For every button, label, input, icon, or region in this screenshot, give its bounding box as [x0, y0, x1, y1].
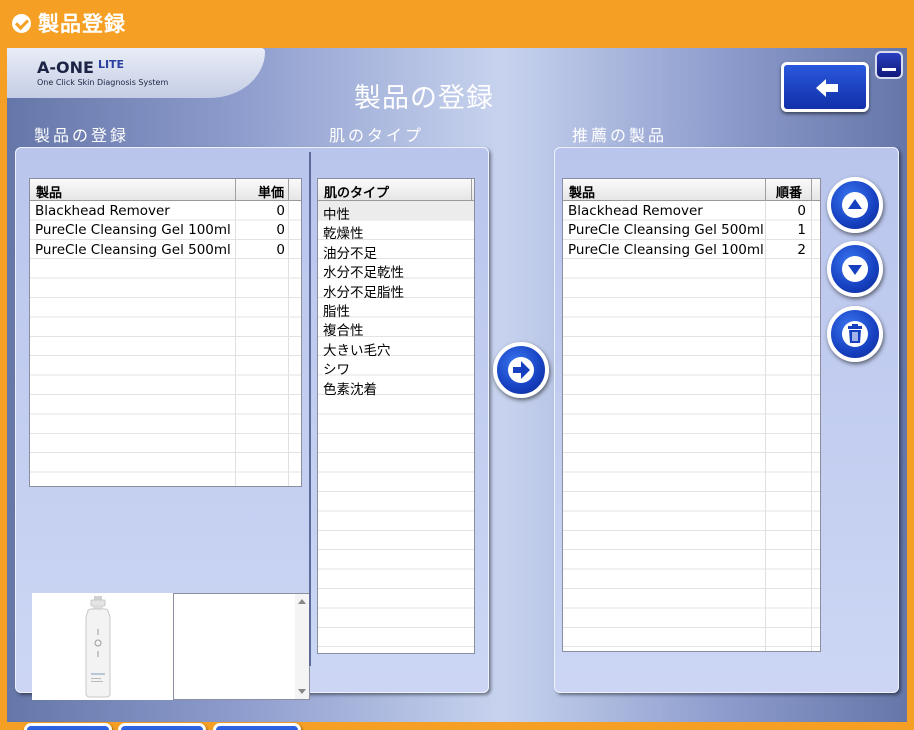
product-table[interactable]: 製品 単価 Blackhead Remover 0 PureCle Cleansi…	[29, 178, 302, 487]
product-price: 0	[276, 222, 285, 239]
list-item[interactable]: 水分不足脂性	[318, 279, 474, 301]
product-table-body: Blackhead Remover 0 PureCle Cleansing Gel…	[30, 201, 301, 486]
move-up-button[interactable]	[827, 177, 883, 233]
header-divider	[811, 179, 812, 201]
product-name: PureCle Cleansing Gel 100ml	[35, 222, 231, 239]
skin-type-label: 色素沈着	[323, 381, 377, 398]
minimize-button[interactable]	[875, 51, 903, 79]
section-label-skin-type: 肌のタイプ	[329, 126, 425, 145]
list-item[interactable]: 脂性	[318, 298, 474, 320]
window-title: 製品登録	[38, 12, 126, 36]
product-order: 0	[797, 203, 806, 219]
product-price: 0	[276, 241, 285, 258]
page-title: 製品の登録	[354, 83, 494, 114]
table-row[interactable]: PureCle Cleansing Gel 500ml 1	[563, 220, 820, 239]
arrow-right-icon	[508, 357, 534, 383]
table-row[interactable]: PureCle Cleansing Gel 500ml 0	[30, 240, 301, 259]
product-name: Blackhead Remover	[568, 203, 703, 219]
product-bottle-image	[85, 596, 111, 698]
delete-button[interactable]: 削除	[213, 723, 301, 730]
list-item[interactable]: 複合性	[318, 317, 474, 339]
list-item[interactable]: 乾燥性	[318, 220, 474, 242]
title-bar: 製品登録	[0, 0, 914, 48]
list-item[interactable]: 中性	[318, 201, 474, 223]
list-item[interactable]: 大きい毛穴	[318, 337, 474, 359]
table-row[interactable]: PureCle Cleansing Gel 100ml 2	[563, 240, 820, 259]
recommend-table-header: 製品 順番	[563, 179, 820, 201]
column-header-skin-type[interactable]: 肌のタイプ	[324, 182, 389, 201]
logo-tagline: One Click Skin Diagnosis System	[37, 78, 169, 87]
back-button[interactable]	[781, 62, 869, 112]
scroll-up-icon[interactable]	[298, 599, 306, 604]
product-order: 2	[797, 241, 806, 258]
product-table-header: 製品 単価	[30, 179, 301, 201]
header-divider	[471, 179, 472, 201]
section-label-recommended: 推薦の製品	[572, 126, 668, 145]
scroll-down-icon[interactable]	[298, 689, 306, 694]
list-item[interactable]: シワ	[318, 356, 474, 378]
product-order: 1	[797, 222, 806, 239]
triangle-down-icon	[842, 256, 868, 282]
triangle-up-icon	[842, 192, 868, 218]
column-header-product[interactable]: 製品	[36, 182, 62, 201]
arrow-left-icon	[816, 79, 838, 97]
column-header-product[interactable]: 製品	[569, 182, 595, 201]
header-divider	[765, 179, 766, 201]
header-divider	[288, 179, 289, 201]
trash-icon	[842, 321, 868, 347]
list-item[interactable]: 色素沈着	[318, 376, 474, 398]
product-image	[32, 593, 173, 700]
product-name: PureCle Cleansing Gel 500ml	[35, 241, 231, 258]
remove-recommend-button[interactable]	[827, 306, 883, 362]
recommend-table[interactable]: 製品 順番 Blackhead Remover 0 PureCle Cleansi…	[562, 178, 821, 652]
header-divider	[235, 179, 236, 201]
table-row[interactable]: PureCle Cleansing Gel 100ml 0	[30, 220, 301, 239]
product-price: 0	[276, 203, 285, 219]
panel-divider	[309, 152, 311, 666]
list-item[interactable]: 油分不足	[318, 240, 474, 262]
edit-button[interactable]: 編集	[118, 723, 206, 730]
logo-edition: LITE	[97, 58, 125, 71]
skin-type-table-header: 肌のタイプ	[318, 179, 474, 201]
add-recommend-button[interactable]	[493, 342, 549, 398]
register-button[interactable]: 登録	[24, 723, 112, 730]
table-row[interactable]: Blackhead Remover 0	[563, 201, 820, 220]
logo-brand: A-ONE	[37, 58, 94, 77]
table-row[interactable]: Blackhead Remover 0	[30, 201, 301, 220]
description-scrollbar[interactable]	[295, 594, 309, 699]
app-area: A-ONE LITE One Click Skin Diagnosis Syste…	[7, 48, 907, 730]
column-header-price[interactable]: 単価	[258, 182, 284, 201]
column-header-order[interactable]: 順番	[776, 182, 802, 201]
move-down-button[interactable]	[827, 241, 883, 297]
product-panel: 製品 単価 Blackhead Remover 0 PureCle Cleansi…	[15, 147, 489, 730]
product-name: PureCle Cleansing Gel 500ml	[568, 222, 764, 239]
product-description-field[interactable]	[173, 593, 310, 700]
skin-type-table-body: 中性 乾燥性 油分不足 水分不足乾性 水分不足脂性 脂性 複合性 大きい毛穴 シ…	[318, 201, 474, 653]
product-name: PureCle Cleansing Gel 100ml	[568, 241, 764, 258]
skin-type-table[interactable]: 肌のタイプ 中性 乾燥性 油分不足 水分不足乾性 水分不足脂性 脂性 複合性 大…	[317, 178, 475, 654]
section-label-register: 製品の登録	[34, 126, 130, 145]
product-name: Blackhead Remover	[35, 203, 170, 219]
recommend-table-body: Blackhead Remover 0 PureCle Cleansing Gel…	[563, 201, 820, 651]
logo: A-ONE LITE One Click Skin Diagnosis Syste…	[7, 48, 265, 98]
check-circle-icon	[12, 14, 31, 33]
list-item[interactable]: 水分不足乾性	[318, 259, 474, 281]
